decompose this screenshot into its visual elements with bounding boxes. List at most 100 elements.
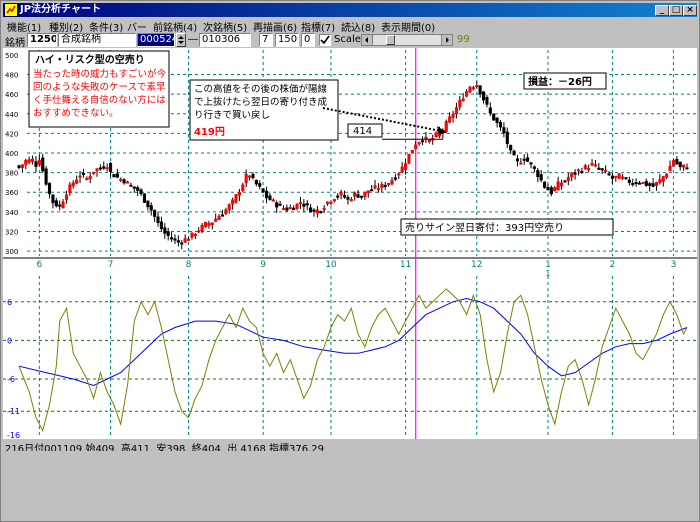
candle-body [624, 177, 628, 180]
dash-label: ― [188, 34, 198, 45]
candle-body [644, 180, 648, 186]
candle-body [193, 234, 197, 237]
candle-body [465, 91, 469, 97]
candle-body [268, 195, 272, 201]
candle-body [651, 183, 655, 187]
month-tick-label: 12 [471, 260, 482, 270]
slider-right-arrow-icon[interactable] [441, 35, 452, 45]
candle-body [186, 238, 191, 241]
date-field[interactable]: 010306 [199, 33, 251, 47]
candle-body [119, 178, 123, 181]
candle-body [356, 194, 360, 198]
candle-body [370, 189, 374, 192]
price-tick-label: 320 [5, 228, 18, 236]
close-button[interactable]: × [683, 5, 697, 16]
price-tick-label: 300 [5, 248, 18, 256]
scale-checkbox[interactable] [319, 34, 331, 46]
candle-body [258, 183, 262, 187]
month-tick-label: 7 [108, 260, 114, 270]
candle-body [583, 165, 587, 170]
sell-signal-box: 売りサイン翌日寄付：393円空売り [400, 218, 614, 236]
candle-body [27, 159, 31, 163]
candle-body [17, 165, 21, 169]
candle-body [451, 113, 455, 119]
price-tick-label: 440 [5, 111, 18, 119]
candle-body [590, 162, 594, 166]
candle-body [380, 183, 384, 188]
candle-body [685, 167, 689, 170]
candle-body [397, 173, 401, 176]
candle-body [129, 184, 133, 187]
spin-button[interactable] [176, 33, 186, 47]
annotation-box-note: この高値をその後の株価が陽線で上抜けたら翌日の寄り付き成り行きで買い戻し 419… [189, 79, 339, 141]
candle-body [414, 144, 418, 150]
candle-body [115, 173, 119, 178]
candle-body [597, 167, 601, 170]
candle-body [383, 184, 387, 187]
candle-body [539, 174, 543, 181]
app-window: JP法分析チャート _ □ × 機能(1) 種別(2) 条件(3) バー 前銘柄… [0, 0, 700, 522]
candle-body [519, 162, 523, 165]
price-tick-label: 500 [5, 52, 18, 60]
candle-body [393, 177, 397, 180]
candle-body [75, 179, 79, 184]
stock-name-field[interactable]: 合成銘柄 [58, 33, 136, 47]
chart-svg[interactable]: 3003203403603804004204404604805006 7 8 9 10 1… [3, 48, 697, 440]
candle-body [305, 203, 309, 206]
candle-body [566, 177, 570, 182]
slider-thumb[interactable] [386, 35, 395, 45]
candle-body [682, 164, 686, 168]
candle-body [658, 179, 662, 183]
month-tick-label: 2 [610, 260, 616, 270]
candle-body [309, 207, 313, 213]
minimize-button[interactable]: _ [655, 5, 669, 16]
candle-body [563, 180, 567, 183]
candle-body [37, 159, 41, 166]
id-field[interactable]: 000524 [137, 33, 175, 47]
candle-body [190, 232, 194, 238]
param2-field[interactable]: 1500 [275, 33, 299, 47]
candle-body [237, 192, 241, 196]
candle-body [576, 169, 581, 172]
toolbar: 銘柄 1250 合成銘柄 000524 ― 010306 7 1500 0 Sc… [3, 32, 697, 49]
maximize-button[interactable]: □ [669, 5, 683, 16]
candle-body [580, 171, 584, 174]
candle-body [593, 164, 597, 167]
candle-body [170, 237, 174, 240]
candle-body [156, 216, 160, 223]
candle-body [142, 193, 147, 203]
price-tick-label: 400 [5, 150, 18, 158]
candle-body [637, 182, 642, 185]
month-tick-label: 8 [186, 260, 192, 270]
candle-body [102, 166, 106, 169]
candle-body [475, 85, 479, 88]
candle-body [570, 172, 574, 178]
svg-text:損益：－26円: 損益：－26円 [528, 75, 592, 88]
candle-body [678, 161, 682, 168]
candle-body [254, 179, 258, 185]
candle-body [41, 157, 45, 172]
candle-body [404, 163, 408, 170]
candle-body [600, 168, 604, 171]
candle-body [634, 182, 638, 185]
profit-box: 損益：－26円 [523, 72, 607, 90]
candle-body [529, 162, 533, 165]
candle-body [387, 183, 391, 186]
param3-field[interactable]: 0 [301, 33, 315, 47]
app-icon [5, 4, 17, 16]
candle-body [288, 207, 292, 210]
title-bar[interactable]: JP法分析チャート _ □ × [3, 3, 697, 17]
candle-body [153, 209, 157, 217]
candle-body [505, 131, 509, 145]
slider-value: 99 [457, 34, 470, 45]
candle-body [390, 179, 394, 185]
candle-body [173, 238, 177, 241]
candle-body [492, 113, 496, 121]
stock-code-field[interactable]: 1250 [27, 33, 57, 47]
slider-left-arrow-icon[interactable] [362, 35, 373, 45]
candle-body [488, 107, 492, 114]
param1-field[interactable]: 7 [259, 33, 273, 47]
zoom-slider[interactable] [361, 34, 453, 46]
candle-body [604, 169, 608, 172]
candle-body [366, 190, 370, 194]
